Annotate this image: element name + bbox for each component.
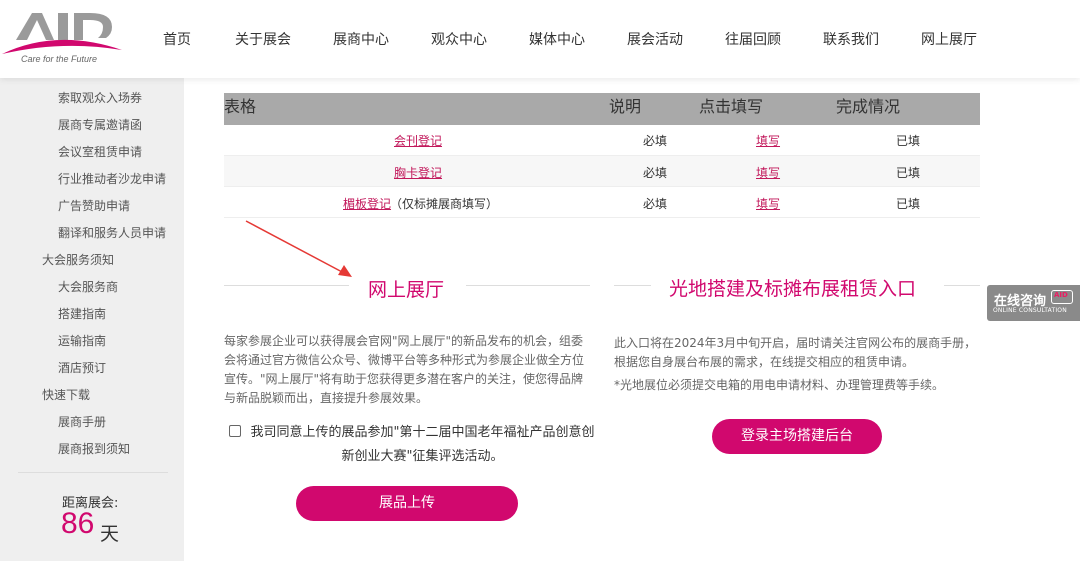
section-divider (224, 285, 349, 286)
nav-online-hall[interactable]: 网上展厅 (921, 29, 977, 49)
sidebar-item-ad-sponsor[interactable]: 广告赞助申请 (58, 197, 130, 214)
agree-checkbox[interactable] (229, 425, 241, 437)
fill-link[interactable]: 填写 (756, 195, 780, 212)
sidebar-item-checkin-notice[interactable]: 展商报到须知 (58, 440, 130, 457)
arrow-pointer-icon (245, 220, 352, 277)
table-header-note: 说明 (609, 97, 642, 116)
booth-rental-title: 光地搭建及标摊布展租赁入口 (669, 278, 917, 300)
sidebar-item-service-provider[interactable]: 大会服务商 (58, 278, 118, 295)
sidebar-item-salon[interactable]: 行业推动者沙龙申请 (58, 170, 166, 187)
section-divider (466, 285, 590, 286)
logo-mark (2, 13, 122, 54)
nav-media-center[interactable]: 媒体中心 (529, 29, 585, 49)
nav-events[interactable]: 展会活动 (627, 29, 683, 49)
form-link-fascia[interactable]: 楣板登记 (343, 195, 391, 212)
sidebar-item-hotel[interactable]: 酒店预订 (58, 359, 106, 376)
countdown-unit: 天 (100, 523, 120, 545)
table-row (224, 187, 980, 218)
table-row (224, 125, 980, 156)
fill-link[interactable]: 填写 (756, 164, 780, 181)
section-divider (614, 285, 651, 286)
online-consultation-button[interactable]: 在线咨询 ONLINE CONSULTATION AID (987, 285, 1080, 321)
sidebar-item-meeting-room[interactable]: 会议室租赁申请 (58, 143, 142, 160)
table-header-form: 表格 (224, 97, 257, 116)
status-label: 已填 (896, 134, 921, 148)
agree-text: 我司同意上传的展品参加"第十二届中国老年福祉产品创意创新创业大赛"征集评选活动。 (250, 425, 595, 464)
countdown-days: 86 (61, 507, 95, 540)
required-label: 必填 (643, 197, 668, 211)
chat-bubble-icon: AID (1051, 290, 1073, 304)
nav-about[interactable]: 关于展会 (235, 29, 291, 49)
nav-contact[interactable]: 联系我们 (823, 29, 879, 49)
nav-visitor-center[interactable]: 观众中心 (431, 29, 487, 49)
form-note: （仅标摊展商填写） (390, 197, 499, 211)
build-backend-login-button[interactable]: 登录主场搭建后台 (712, 419, 882, 454)
nav-home[interactable]: 首页 (163, 29, 191, 49)
form-link-catalog[interactable]: 会刊登记 (394, 132, 442, 149)
nav-exhibitor-center[interactable]: 展商中心 (333, 29, 389, 49)
chat-bubble-logo: AID (1054, 291, 1068, 299)
sidebar: 索取观众入场券 展商专属邀请函 会议室租赁申请 行业推动者沙龙申请 广告赞助申请… (0, 78, 184, 561)
booth-rental-description: 此入口将在2024年3月中旬开启，届时请关注官网公布的展商手册，根据您自身展台布… (614, 336, 977, 369)
sidebar-item-transport-guide[interactable]: 运输指南 (58, 332, 106, 349)
upload-exhibit-button[interactable]: 展品上传 (296, 486, 518, 521)
table-row (224, 156, 980, 187)
sidebar-item-translator[interactable]: 翻译和服务人员申请 (58, 224, 166, 241)
table-header-status: 完成情况 (836, 97, 901, 116)
aid-logo[interactable]: Care for the Future (2, 10, 127, 68)
status-label: 已填 (896, 197, 921, 211)
sidebar-item-exhibitor-invitation[interactable]: 展商专属邀请函 (58, 116, 142, 133)
sidebar-item-service-notice[interactable]: 大会服务须知 (42, 251, 114, 268)
booth-rental-note: *光地展位必须提交电箱的用电申请材料、办理管理费等手续。 (614, 378, 945, 392)
form-link-badge[interactable]: 胸卡登记 (394, 164, 442, 181)
logo-tagline: Care for the Future (21, 54, 98, 64)
sidebar-item-exhibitor-manual[interactable]: 展商手册 (58, 413, 106, 430)
site-header: Care for the Future 首页 关于展会 展商中心 观众中心 媒体… (0, 0, 1080, 78)
required-label: 必填 (643, 166, 668, 180)
online-hall-title: 网上展厅 (368, 279, 445, 301)
online-hall-description: 每家参展企业可以获得展会官网"网上展厅"的新品发布的机会，组委会将通过官方微信公… (224, 334, 585, 405)
sidebar-item-visitor-ticket[interactable]: 索取观众入场券 (58, 89, 142, 106)
nav-past-review[interactable]: 往届回顾 (725, 29, 781, 49)
status-label: 已填 (896, 166, 921, 180)
required-label: 必填 (643, 134, 668, 148)
sidebar-divider (18, 472, 168, 473)
sidebar-item-build-guide[interactable]: 搭建指南 (58, 305, 106, 322)
consult-sub-label: ONLINE CONSULTATION (993, 307, 1067, 314)
fill-link[interactable]: 填写 (756, 132, 780, 149)
sidebar-item-quick-download[interactable]: 快速下载 (42, 386, 90, 403)
section-divider (944, 285, 980, 286)
table-header-action: 点击填写 (699, 97, 764, 116)
